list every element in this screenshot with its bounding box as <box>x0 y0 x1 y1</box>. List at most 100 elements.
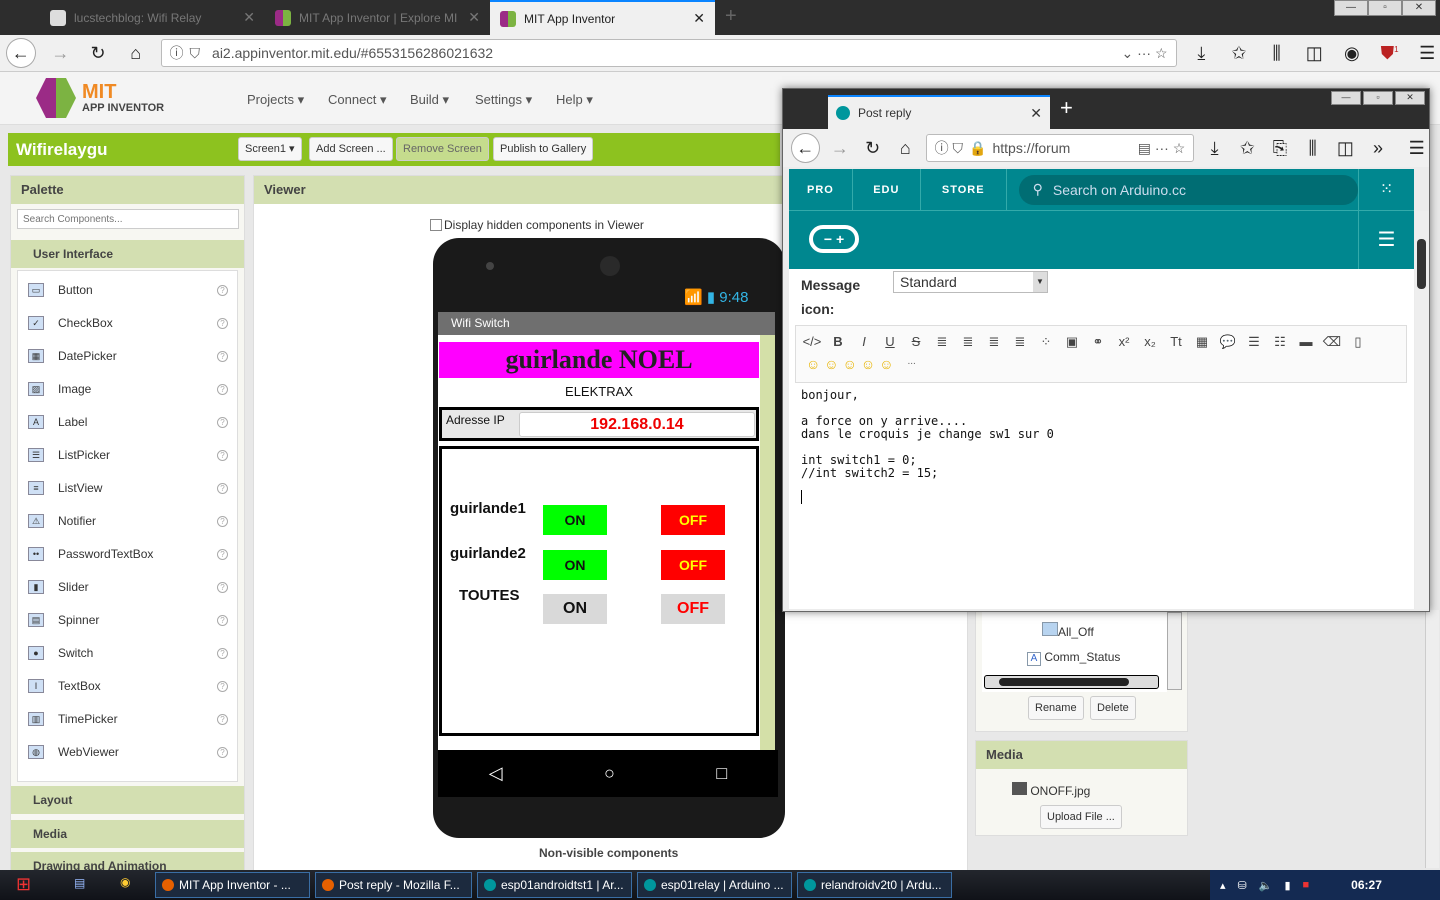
word-icon[interactable]: ▤ <box>74 876 85 890</box>
strike-icon[interactable]: S <box>906 334 926 350</box>
forward-button[interactable]: → <box>828 138 853 159</box>
help-icon[interactable]: ? <box>217 416 228 428</box>
vertical-scrollbar[interactable] <box>1167 612 1182 690</box>
palette-item-image[interactable]: ▨ Image? <box>28 379 228 399</box>
close-tab-icon[interactable]: ✕ <box>243 9 255 26</box>
palette-group-media[interactable]: Media <box>11 820 244 848</box>
library-icon[interactable]: ⫼ <box>1264 43 1290 64</box>
screenshot-icon[interactable]: ⎘ <box>1268 138 1293 159</box>
taskbar-item[interactable]: MIT App Inventor - ... <box>155 872 310 898</box>
taskbar-item[interactable]: Post reply - Mozilla F... <box>315 872 472 898</box>
italic-icon[interactable]: I <box>854 334 874 350</box>
overflow-icon[interactable]: » <box>1366 138 1391 159</box>
maximize-button[interactable]: ▫ <box>1368 0 1402 16</box>
new-tab-button[interactable]: + <box>725 5 737 28</box>
color-icon[interactable]: ⁘ <box>1036 334 1056 350</box>
image-icon[interactable]: ▣ <box>1062 334 1082 350</box>
smiley-icon[interactable]: ☺ <box>843 356 857 372</box>
close-tab-icon[interactable]: ✕ <box>468 9 480 26</box>
display-hidden-checkbox[interactable]: Display hidden components in Viewer <box>430 218 644 232</box>
menu-projects[interactable]: Projects ▾ <box>247 92 304 108</box>
palette-item-webviewer[interactable]: ◍ WebViewer? <box>28 742 228 762</box>
palette-item-switch[interactable]: ● Switch? <box>28 643 228 663</box>
nav-store[interactable]: STORE <box>921 168 1007 211</box>
help-icon[interactable]: ? <box>217 713 228 725</box>
help-icon[interactable]: ? <box>217 350 228 362</box>
palette-item-listpicker[interactable]: ☰ ListPicker? <box>28 445 228 465</box>
eraser-icon[interactable]: ⌫ <box>1322 334 1342 350</box>
palette-item-textbox[interactable]: I TextBox? <box>28 676 228 696</box>
help-icon[interactable]: ? <box>217 680 228 692</box>
close-tab-icon[interactable]: ✕ <box>693 10 705 27</box>
recents-nav-icon[interactable]: □ <box>716 763 727 784</box>
off-button[interactable]: OFF <box>661 505 725 535</box>
search-components-input[interactable] <box>17 209 239 229</box>
taskbar-item[interactable]: esp01androidtst1 | Ar... <box>477 872 632 898</box>
screen-select[interactable]: Screen1 ▾ <box>238 137 302 161</box>
start-button[interactable]: ⊞ <box>16 874 31 895</box>
smiley-icon[interactable]: ☺ <box>806 356 820 372</box>
help-icon[interactable]: ? <box>217 548 228 560</box>
tab-post-reply[interactable]: Post reply ✕ <box>828 95 1050 129</box>
menu-icon[interactable]: ☰ <box>1404 138 1429 159</box>
page-actions-icon[interactable]: ⌄ ··· ☆ <box>1121 45 1167 62</box>
help-icon[interactable]: ? <box>217 581 228 593</box>
taskbar-item[interactable]: esp01relay | Arduino ... <box>637 872 792 898</box>
page-scrollbar[interactable] <box>1425 610 1439 868</box>
home-nav-icon[interactable]: ○ <box>604 763 615 784</box>
on-button[interactable]: ON <box>543 550 607 580</box>
help-icon[interactable]: ? <box>217 284 228 296</box>
font-size-icon[interactable]: Tt <box>1166 334 1186 350</box>
quote-icon[interactable]: 💬 <box>1218 334 1238 350</box>
clock[interactable]: 06:27 <box>1351 878 1382 892</box>
message-icon-select[interactable]: Standard ▼ <box>893 271 1048 293</box>
add-screen-button[interactable]: Add Screen ... <box>309 137 393 161</box>
upload-file-button[interactable]: Upload File ... <box>1040 805 1122 829</box>
palette-item-label[interactable]: A Label? <box>28 412 228 432</box>
tab-explore[interactable]: MIT App Inventor | Explore MI ✕ <box>265 0 490 35</box>
hr-icon[interactable]: ▬ <box>1296 334 1316 350</box>
remove-screen-button[interactable]: Remove Screen <box>396 137 489 161</box>
tray-expand-icon[interactable]: ▴ <box>1220 879 1226 892</box>
menu-help[interactable]: Help ▾ <box>556 92 593 108</box>
menu-icon[interactable]: ☰ <box>1414 43 1440 64</box>
palette-item-listview[interactable]: ≡ ListView? <box>28 478 228 498</box>
sidebar-icon[interactable]: ◫ <box>1301 43 1327 64</box>
palette-item-timepicker[interactable]: ▥ TimePicker? <box>28 709 228 729</box>
on-button[interactable]: ON <box>543 594 607 624</box>
message-textarea[interactable]: bonjour, a force on y arrive.... dans le c… <box>795 385 1395 607</box>
taskbar-item[interactable]: relandroidv2t0 | Ardu... <box>797 872 952 898</box>
reload-button[interactable]: ↻ <box>860 138 885 159</box>
palette-group-layout[interactable]: Layout <box>11 786 244 814</box>
tab-lucstechblog[interactable]: lucstechblog: Wifi Relay ✕ <box>40 0 265 35</box>
page-actions-icon[interactable]: ▤ ··· ☆ <box>1138 140 1186 157</box>
close-window-button[interactable]: ✕ <box>1402 0 1436 16</box>
component-comm-status[interactable]: A Comm_Status <box>1027 650 1120 666</box>
delete-button[interactable]: Delete <box>1090 696 1136 720</box>
help-icon[interactable]: ? <box>217 614 228 626</box>
palette-item-button[interactable]: ▭ Button? <box>28 280 228 300</box>
usb-icon[interactable]: ⛁ <box>1238 879 1247 892</box>
on-button[interactable]: ON <box>543 505 607 535</box>
arduino-page-scrollbar[interactable] <box>1415 211 1429 609</box>
smiley-icon[interactable]: ☺ <box>824 356 838 372</box>
minimize-button[interactable]: — <box>1334 0 1368 16</box>
underline-icon[interactable]: U <box>880 334 900 350</box>
off-button[interactable]: OFF <box>661 594 725 624</box>
more-smileys-icon[interactable]: ... <box>907 356 915 372</box>
minimize-button[interactable]: — <box>1331 91 1361 105</box>
palette-item-spinner[interactable]: ▤ Spinner? <box>28 610 228 630</box>
ublock-icon[interactable]: ⛊1 <box>1377 43 1403 64</box>
chrome-icon[interactable]: ◉ <box>120 875 130 889</box>
arduino-logo-icon[interactable]: − + <box>809 225 859 253</box>
help-icon[interactable]: ? <box>217 383 228 395</box>
menu-connect[interactable]: Connect ▾ <box>328 92 387 108</box>
bold-icon[interactable]: B <box>828 334 848 350</box>
mit-logo[interactable]: MIT APP INVENTOR <box>36 78 164 118</box>
smiley-icon[interactable]: ☺ <box>879 356 893 372</box>
home-button[interactable]: ⌂ <box>893 138 918 159</box>
numbered-list-icon[interactable]: ☷ <box>1270 334 1290 350</box>
align-right-icon[interactable]: ≣ <box>984 334 1004 350</box>
download-icon[interactable]: ⤓ <box>1202 138 1227 159</box>
apps-grid-icon[interactable]: ⁙ <box>1358 168 1414 211</box>
